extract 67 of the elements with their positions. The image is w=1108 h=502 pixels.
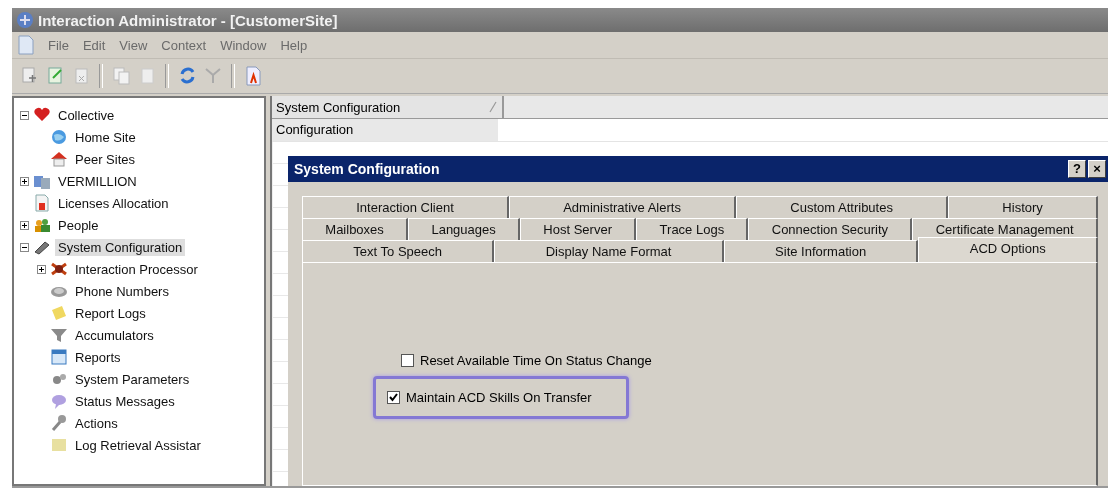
- people-icon: [33, 216, 51, 234]
- menu-item[interactable]: Edit: [82, 37, 106, 53]
- expander-icon[interactable]: [20, 220, 29, 230]
- menu-item[interactable]: Help: [280, 37, 308, 53]
- edit-icon[interactable]: [46, 66, 64, 86]
- tab[interactable]: Display Name Format: [494, 240, 724, 262]
- expander-icon[interactable]: [20, 242, 29, 252]
- expander-icon[interactable]: [37, 264, 46, 274]
- tree-item[interactable]: Log Retrieval Assistar: [72, 436, 204, 454]
- tab[interactable]: Trace Logs: [636, 218, 749, 240]
- checkbox-label: Maintain ACD Skills On Transfer: [406, 390, 592, 405]
- tab[interactable]: Mailboxes: [302, 218, 409, 240]
- menu-item[interactable]: Context: [161, 37, 207, 53]
- expander-icon[interactable]: [20, 110, 29, 120]
- tree-item[interactable]: Report Logs: [72, 304, 149, 322]
- tab[interactable]: Custom Attributes: [736, 196, 949, 218]
- tree-item[interactable]: Accumulators: [72, 326, 157, 344]
- tree-item[interactable]: Licenses Allocation: [55, 194, 172, 212]
- checkbox[interactable]: [387, 391, 400, 404]
- close-button[interactable]: ×: [1088, 160, 1106, 178]
- column-header[interactable]: System Configuration: [272, 96, 504, 118]
- tab[interactable]: History: [948, 196, 1098, 218]
- report-icon[interactable]: [244, 66, 262, 86]
- tab[interactable]: Connection Security: [748, 218, 913, 240]
- refresh-icon[interactable]: [178, 66, 196, 86]
- new-item-icon[interactable]: [20, 66, 38, 86]
- tree-item[interactable]: Interaction Processor: [72, 260, 201, 278]
- sort-icon: [488, 101, 498, 113]
- house-icon: [50, 150, 68, 168]
- tree-item[interactable]: Status Messages: [72, 392, 178, 410]
- calendar-icon: [50, 348, 68, 366]
- tree-item[interactable]: Phone Numbers: [72, 282, 172, 300]
- menu-item[interactable]: Window: [220, 37, 267, 53]
- window-title: Interaction Administrator - [CustomerSite]: [38, 11, 338, 29]
- tab[interactable]: Languages: [408, 218, 521, 240]
- tree-item[interactable]: Peer Sites: [72, 150, 138, 168]
- heart-icon: [33, 106, 51, 124]
- checkbox[interactable]: [401, 354, 414, 367]
- tree-item[interactable]: Actions: [72, 414, 121, 432]
- menu-item[interactable]: View: [119, 37, 148, 53]
- tree-item[interactable]: Reports: [72, 348, 124, 366]
- key-icon: [50, 414, 68, 432]
- speech-icon: [50, 392, 68, 410]
- column-label: System Configuration: [276, 99, 401, 115]
- menu-item[interactable]: File: [48, 37, 69, 53]
- tab[interactable]: Interaction Client: [302, 196, 509, 218]
- tree-item[interactable]: Collective: [55, 106, 118, 124]
- list-row[interactable]: Configuration: [272, 119, 498, 141]
- document-icon: [33, 194, 51, 212]
- tree-item[interactable]: System Configuration: [55, 238, 186, 256]
- tab[interactable]: Administrative Alerts: [508, 196, 737, 218]
- note-icon: [50, 304, 68, 322]
- tree-item[interactable]: System Parameters: [72, 370, 193, 388]
- app-icon: [16, 11, 34, 29]
- tab[interactable]: Host Server: [520, 218, 637, 240]
- tree-item[interactable]: People: [55, 216, 102, 234]
- dialog-title: System Configuration: [294, 161, 440, 177]
- funnel-icon: [50, 326, 68, 344]
- tree-item[interactable]: VERMILLION: [55, 172, 140, 190]
- document-icon: [18, 35, 34, 55]
- help-button[interactable]: ?: [1068, 160, 1086, 178]
- expander-icon[interactable]: [20, 176, 29, 186]
- tree-item[interactable]: Home Site: [72, 128, 139, 146]
- globe-icon: [50, 128, 68, 146]
- tab[interactable]: Text To Speech: [302, 240, 495, 262]
- tab[interactable]: ACD Options: [918, 237, 1099, 262]
- checkbox-label: Reset Available Time On Status Change: [420, 353, 652, 368]
